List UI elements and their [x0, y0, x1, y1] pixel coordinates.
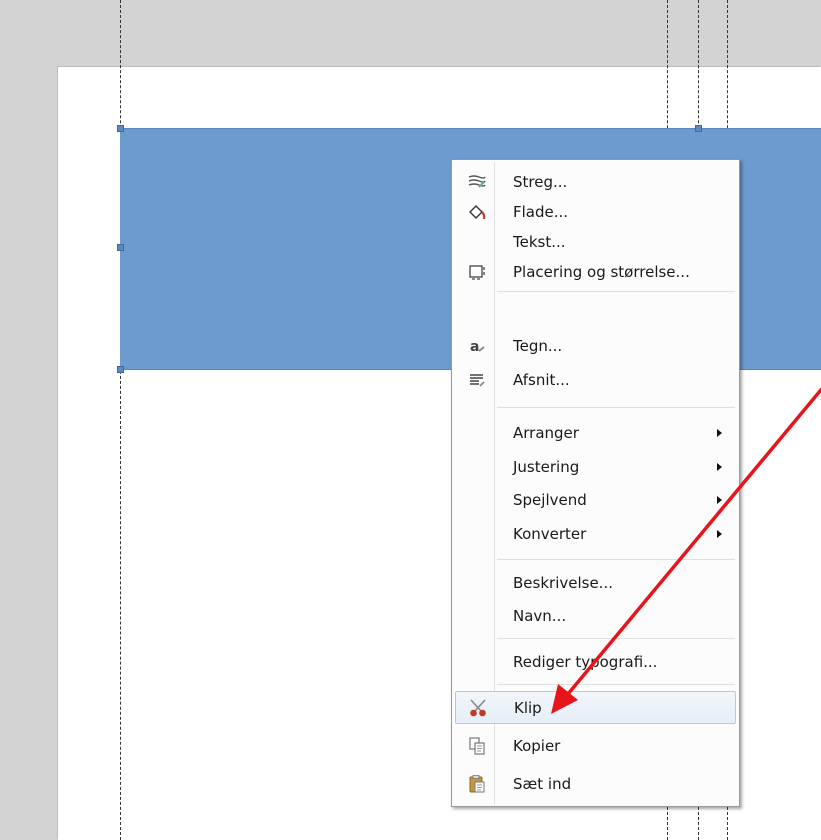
- red-annotation-arrow: [551, 387, 821, 714]
